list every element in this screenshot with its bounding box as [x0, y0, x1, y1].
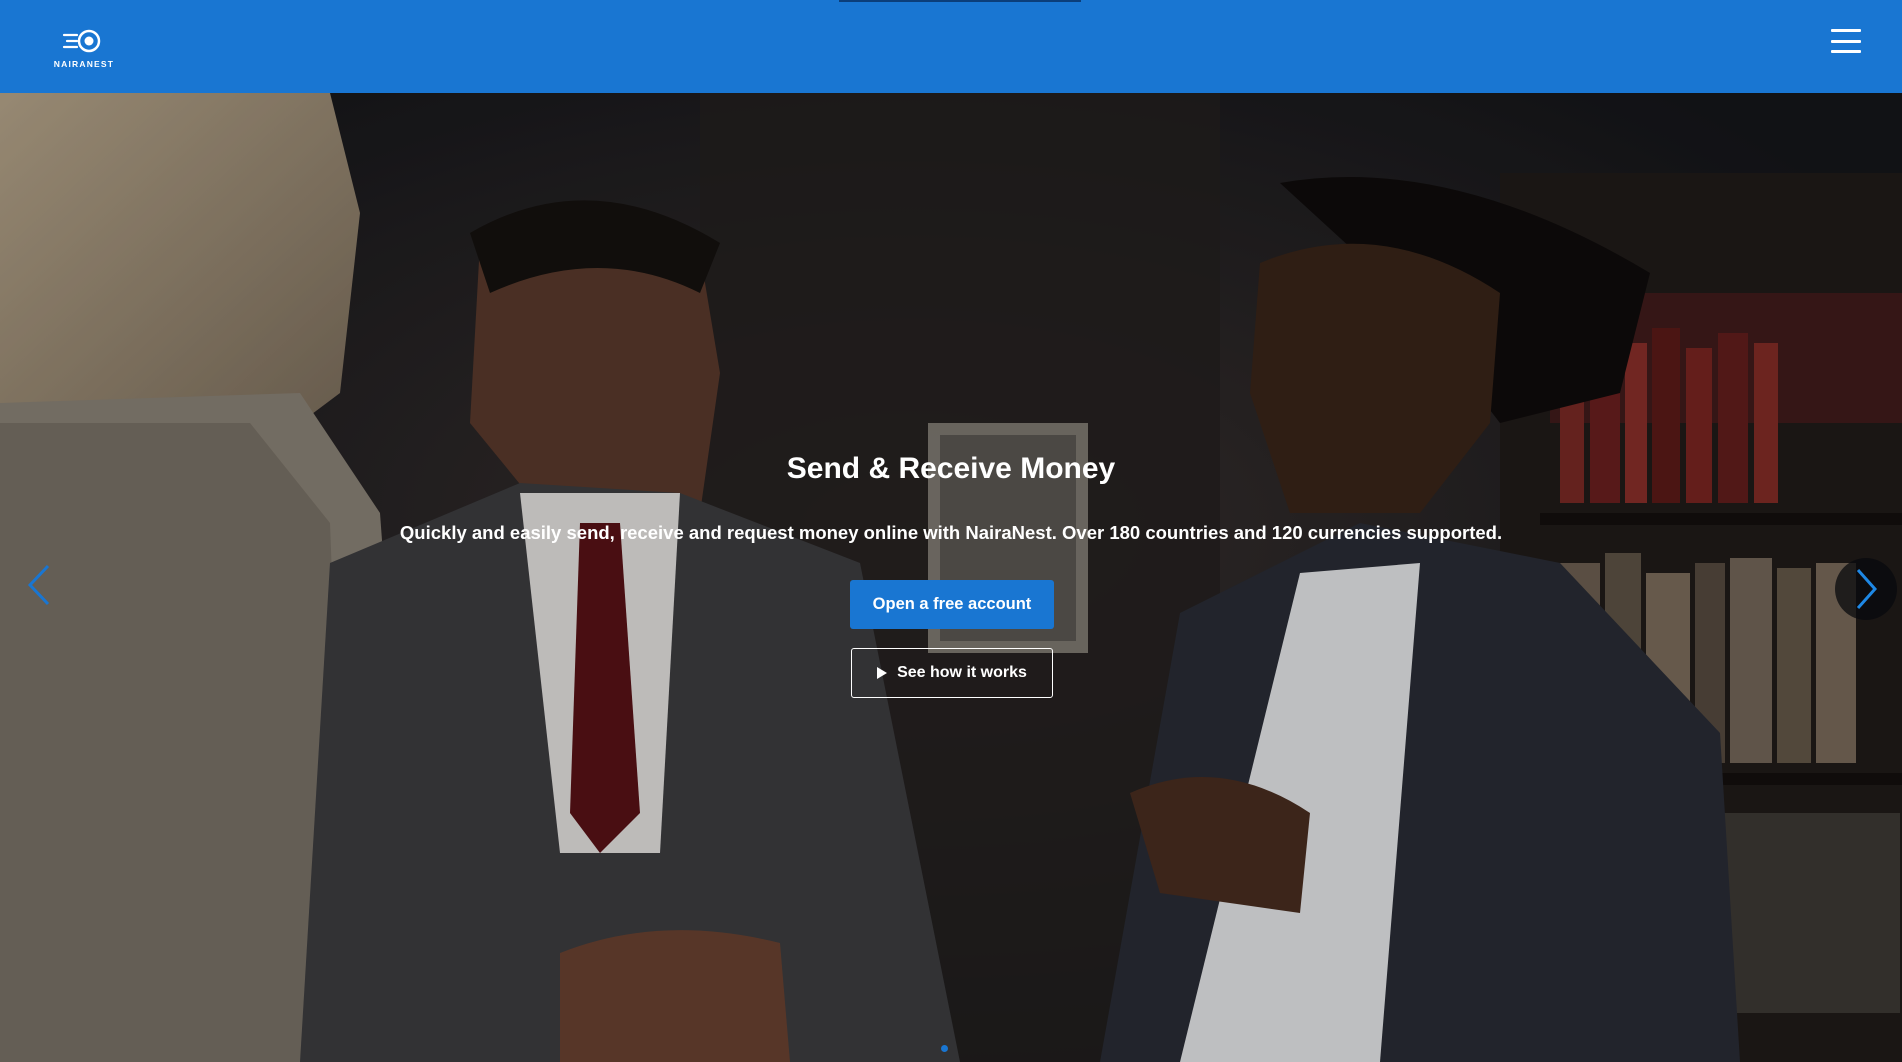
chevron-left-icon: [27, 564, 50, 606]
menu-bar: [1831, 50, 1861, 53]
carousel-dot-active[interactable]: [941, 1045, 948, 1052]
open-account-button[interactable]: Open a free account: [850, 580, 1054, 629]
see-how-it-works-label: See how it works: [897, 664, 1027, 681]
carousel-next-button[interactable]: [1835, 558, 1897, 620]
nairanest-logo[interactable]: NAIRANEST: [30, 14, 138, 82]
logo-text: NAIRANEST: [53, 59, 115, 69]
header-top-accent: [839, 0, 1081, 2]
site-header: NAIRANEST: [0, 0, 1902, 93]
hero-title: Send & Receive Money: [786, 452, 1116, 485]
hero-carousel: Send & Receive Money Quickly and easily …: [0, 93, 1902, 1062]
play-icon: [877, 667, 888, 679]
carousel-prev-button[interactable]: [22, 560, 58, 610]
hero-subtitle: Quickly and easily send, receive and req…: [399, 522, 1503, 543]
hamburger-menu-icon[interactable]: [1828, 26, 1864, 56]
menu-bar: [1831, 39, 1861, 43]
chevron-right-icon: [1856, 568, 1878, 610]
hero-dark-overlay: [0, 93, 1902, 1062]
menu-bar: [1831, 29, 1861, 32]
see-how-it-works-button[interactable]: See how it works: [851, 648, 1053, 698]
logo-coin-icon: [62, 29, 101, 53]
